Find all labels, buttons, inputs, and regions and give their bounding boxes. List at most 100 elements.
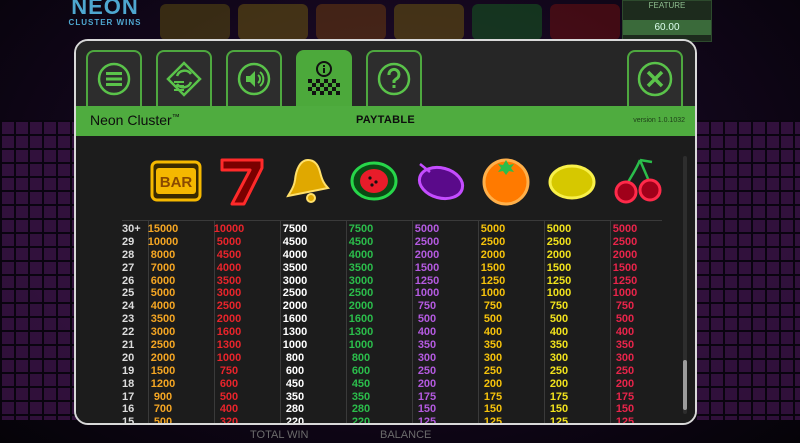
tab-autoplay[interactable] xyxy=(156,50,212,106)
payout-cell: 5000 xyxy=(480,223,506,235)
logo-line-2: CLUSTER WINS xyxy=(68,18,142,27)
payout-cell: 2000 xyxy=(348,300,374,313)
menu-icon xyxy=(97,62,131,96)
reel-symbol-bar-2 xyxy=(394,4,464,40)
payout-cell: 320 xyxy=(219,416,239,425)
tab-menu[interactable] xyxy=(86,50,142,106)
payout-cell: 4500 xyxy=(216,248,242,261)
payout-cell: 750 xyxy=(615,300,635,313)
payout-cell: 175 xyxy=(483,390,503,403)
payout-cell: 6000 xyxy=(150,274,176,287)
payout-cell: 1500 xyxy=(150,364,176,377)
payout-cell: 2000 xyxy=(216,313,242,326)
payout-cell: 300 xyxy=(615,351,635,364)
symbol-header-row: BAR xyxy=(148,154,662,208)
bar-symbol: BAR xyxy=(150,160,202,202)
payout-cell: 4000 xyxy=(150,300,176,313)
payout-cell: 600 xyxy=(285,364,305,377)
payout-cell: 350 xyxy=(549,339,569,352)
payout-cell: 175 xyxy=(615,390,635,403)
payout-cell: 200 xyxy=(417,377,437,390)
reel-symbol-banana xyxy=(160,4,230,40)
payout-cell: 280 xyxy=(285,403,305,416)
payout-cell: 750 xyxy=(549,300,569,313)
close-icon xyxy=(637,61,673,97)
paytable-scrollbar[interactable] xyxy=(683,156,687,414)
payout-cell: 3500 xyxy=(282,261,308,274)
tab-help[interactable] xyxy=(366,50,422,106)
payout-cell: 150 xyxy=(417,403,437,416)
payout-cell: 500 xyxy=(153,416,173,425)
payout-cell: 10000 xyxy=(147,235,179,248)
payout-cell: 175 xyxy=(417,390,437,403)
payout-cell: 7500 xyxy=(348,223,374,235)
close-button[interactable] xyxy=(627,50,683,106)
payout-cell: 300 xyxy=(549,351,569,364)
payout-cell: 2000 xyxy=(282,300,308,313)
payout-cell: 175 xyxy=(549,390,569,403)
payout-cell: 1000 xyxy=(414,287,440,300)
payout-cell: 3500 xyxy=(216,274,242,287)
modal-header-bar: Neon Cluster™ PAYTABLE version 1.0.1032 xyxy=(76,106,695,136)
payout-cell: 350 xyxy=(285,390,305,403)
payout-cell: 350 xyxy=(351,390,371,403)
payout-cell: 125 xyxy=(483,416,503,425)
payout-cell: 450 xyxy=(351,377,371,390)
payout-cell: 5000 xyxy=(546,223,572,235)
payout-cell: 2000 xyxy=(546,248,572,261)
payout-cell: 4000 xyxy=(282,248,308,261)
payout-cell: 500 xyxy=(219,390,239,403)
reel-symbol-seven xyxy=(550,4,620,40)
payout-cell: 1500 xyxy=(546,261,572,274)
neon-grid-right xyxy=(695,120,800,420)
payout-cell: 15000 xyxy=(147,223,179,235)
payout-cell: 1000 xyxy=(546,287,572,300)
payout-cell: 1250 xyxy=(414,274,440,287)
payout-cell: 400 xyxy=(483,326,503,339)
payout-cell: 3000 xyxy=(348,274,374,287)
payout-cell: 3000 xyxy=(216,287,242,300)
payout-cell: 400 xyxy=(417,326,437,339)
payout-cell: 2000 xyxy=(414,248,440,261)
feature-value: 60.00 xyxy=(623,20,711,35)
payout-cell: 2500 xyxy=(216,300,242,313)
payout-cell: 200 xyxy=(483,377,503,390)
payout-cell: 1250 xyxy=(612,274,638,287)
reel-symbol-bar xyxy=(238,4,308,40)
payout-cell: 1300 xyxy=(348,326,374,339)
payout-cell: 125 xyxy=(615,416,635,425)
payout-cell: 220 xyxy=(351,416,371,425)
plum-symbol xyxy=(417,163,465,201)
scrollbar-thumb[interactable] xyxy=(683,360,687,410)
payout-cell: 5000 xyxy=(414,223,440,235)
payout-cell: 1000 xyxy=(612,287,638,300)
payout-cell: 150 xyxy=(549,403,569,416)
payout-cell: 500 xyxy=(615,313,635,326)
paytable-content: BAR 30+ 15000 10000 7500 7500 5000 5000 … xyxy=(76,136,695,423)
payout-cell: 3500 xyxy=(348,261,374,274)
payout-cell: 200 xyxy=(615,377,635,390)
payout-cell: 700 xyxy=(153,403,173,416)
payout-cell: 250 xyxy=(615,364,635,377)
payout-cell: 350 xyxy=(483,339,503,352)
payout-cell: 600 xyxy=(219,377,239,390)
payout-cell: 1500 xyxy=(480,261,506,274)
bottom-bar: TOTAL WIN BALANCE xyxy=(0,423,800,443)
payout-cell: 250 xyxy=(483,364,503,377)
payout-cell: 4000 xyxy=(216,261,242,274)
payout-cell: 5000 xyxy=(216,235,242,248)
payout-cell: 750 xyxy=(219,364,239,377)
payout-cell: 10000 xyxy=(213,223,245,235)
payout-cell: 1000 xyxy=(216,351,242,364)
payout-cell: 4500 xyxy=(348,235,374,248)
tab-paytable[interactable] xyxy=(296,50,352,106)
payout-cell: 4000 xyxy=(348,248,374,261)
payout-cell: 3500 xyxy=(150,313,176,326)
payout-cell: 1500 xyxy=(612,261,638,274)
payout-cell: 125 xyxy=(549,416,569,425)
lemon-symbol xyxy=(548,164,596,200)
payout-cell: 750 xyxy=(417,300,437,313)
payout-cell: 3000 xyxy=(150,326,176,339)
tab-sound[interactable] xyxy=(226,50,282,106)
payout-cell: 220 xyxy=(285,416,305,425)
